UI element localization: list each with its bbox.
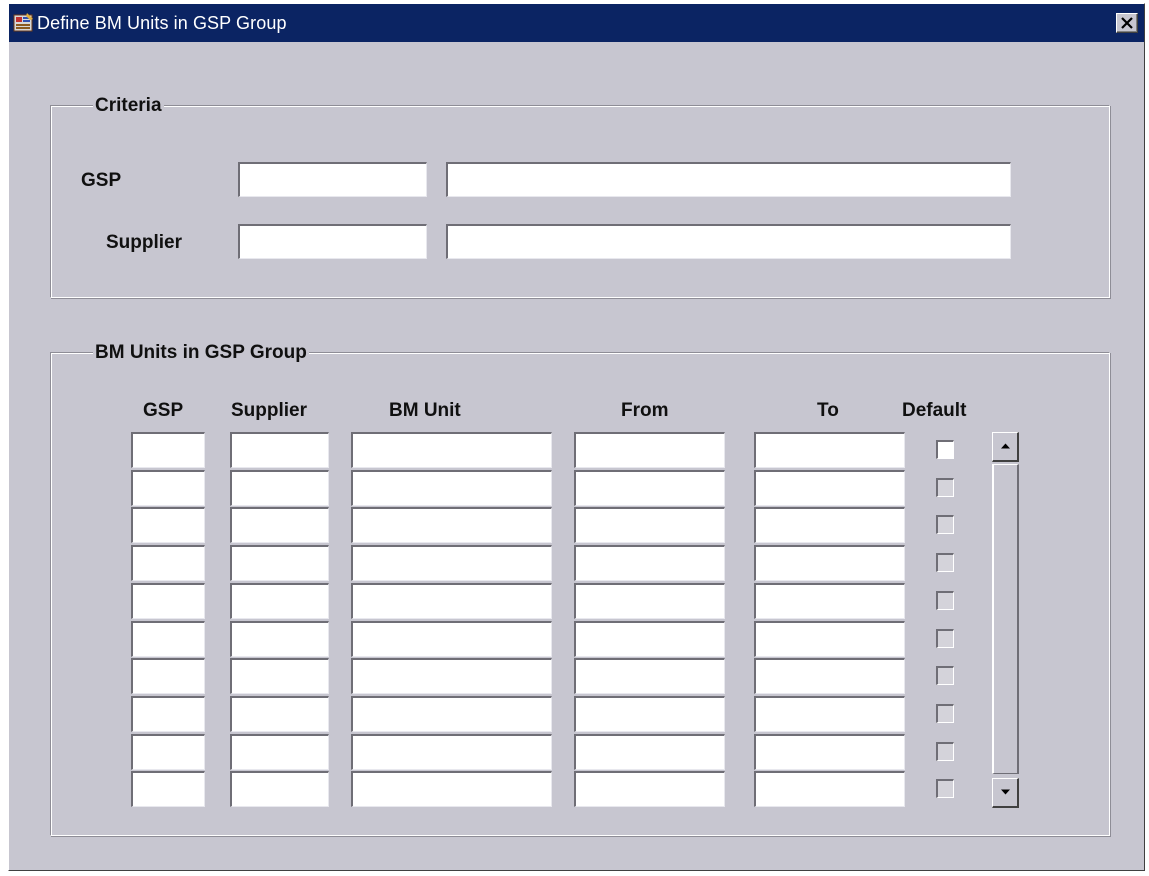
row-from-field[interactable] [574,432,725,468]
row-default-checkbox[interactable] [936,591,954,610]
row-gsp-field[interactable] [131,658,205,694]
vertical-scrollbar[interactable] [992,432,1019,808]
row-from-field[interactable] [574,583,725,619]
title-bar[interactable]: Define BM Units in GSP Group [9,4,1144,42]
row-bm-unit-field[interactable] [351,545,552,581]
bm-units-group-label: BM Units in GSP Group [93,342,309,364]
row-to-field[interactable] [754,470,905,506]
row-from-field[interactable] [574,658,725,694]
row-from-field[interactable] [574,771,725,807]
criteria-groupbox [50,105,1110,298]
row-to-field[interactable] [754,734,905,770]
row-to-field[interactable] [754,771,905,807]
column-header-to: To [817,400,839,421]
column-header-bm-unit: BM Unit [389,400,461,421]
close-button[interactable] [1116,13,1138,33]
row-supplier-field[interactable] [230,734,329,770]
row-gsp-field[interactable] [131,545,205,581]
row-to-field[interactable] [754,432,905,468]
scroll-down-button[interactable] [992,778,1019,808]
row-from-field[interactable] [574,470,725,506]
criteria-gsp-name-field[interactable] [446,162,1011,197]
row-default-checkbox[interactable] [936,440,954,459]
row-gsp-field[interactable] [131,621,205,657]
row-supplier-field[interactable] [230,545,329,581]
row-gsp-field[interactable] [131,507,205,543]
row-default-checkbox[interactable] [936,666,954,685]
row-default-checkbox[interactable] [936,515,954,534]
row-bm-unit-field[interactable] [351,734,552,770]
column-header-default: Default [902,400,967,421]
criteria-supplier-code-field[interactable] [238,224,427,259]
row-bm-unit-field[interactable] [351,507,552,543]
row-gsp-field[interactable] [131,432,205,468]
row-supplier-field[interactable] [230,432,329,468]
row-gsp-field[interactable] [131,470,205,506]
row-to-field[interactable] [754,583,905,619]
column-header-from: From [621,400,669,421]
row-to-field[interactable] [754,696,905,732]
window-title: Define BM Units in GSP Group [37,13,287,33]
row-from-field[interactable] [574,696,725,732]
row-to-field[interactable] [754,545,905,581]
row-supplier-field[interactable] [230,696,329,732]
row-default-checkbox[interactable] [936,704,954,723]
row-supplier-field[interactable] [230,583,329,619]
column-header-gsp: GSP [143,400,184,421]
row-supplier-field[interactable] [230,470,329,506]
row-gsp-field[interactable] [131,734,205,770]
row-from-field[interactable] [574,507,725,543]
column-header-supplier: Supplier [231,400,308,421]
criteria-supplier-name-field[interactable] [446,224,1011,259]
row-bm-unit-field[interactable] [351,696,552,732]
close-icon [1121,17,1133,29]
criteria-group-label: Criteria [93,95,164,117]
row-default-checkbox[interactable] [936,629,954,648]
row-supplier-field[interactable] [230,658,329,694]
row-bm-unit-field[interactable] [351,470,552,506]
oracle-forms-app-icon [13,12,35,34]
row-supplier-field[interactable] [230,771,329,807]
criteria-supplier-label: Supplier [106,232,183,253]
row-gsp-field[interactable] [131,583,205,619]
row-default-checkbox[interactable] [936,478,954,497]
row-bm-unit-field[interactable] [351,621,552,657]
row-default-checkbox[interactable] [936,779,954,798]
row-from-field[interactable] [574,734,725,770]
scroll-up-arrow-icon [1001,443,1010,449]
scroll-down-arrow-icon [1001,789,1010,795]
row-supplier-field[interactable] [230,621,329,657]
define-bm-units-window: Define BM Units in GSP Group Criteria GS… [8,3,1145,871]
row-to-field[interactable] [754,621,905,657]
criteria-gsp-label: GSP [81,170,122,191]
row-default-checkbox[interactable] [936,742,954,761]
row-from-field[interactable] [574,545,725,581]
row-from-field[interactable] [574,621,725,657]
scroll-up-button[interactable] [992,432,1019,462]
row-bm-unit-field[interactable] [351,658,552,694]
row-to-field[interactable] [754,658,905,694]
row-supplier-field[interactable] [230,507,329,543]
row-bm-unit-field[interactable] [351,432,552,468]
scrollbar-track[interactable] [992,464,1019,774]
row-bm-unit-field[interactable] [351,771,552,807]
row-default-checkbox[interactable] [936,553,954,572]
criteria-gsp-code-field[interactable] [238,162,427,197]
row-gsp-field[interactable] [131,771,205,807]
row-gsp-field[interactable] [131,696,205,732]
row-bm-unit-field[interactable] [351,583,552,619]
row-to-field[interactable] [754,507,905,543]
